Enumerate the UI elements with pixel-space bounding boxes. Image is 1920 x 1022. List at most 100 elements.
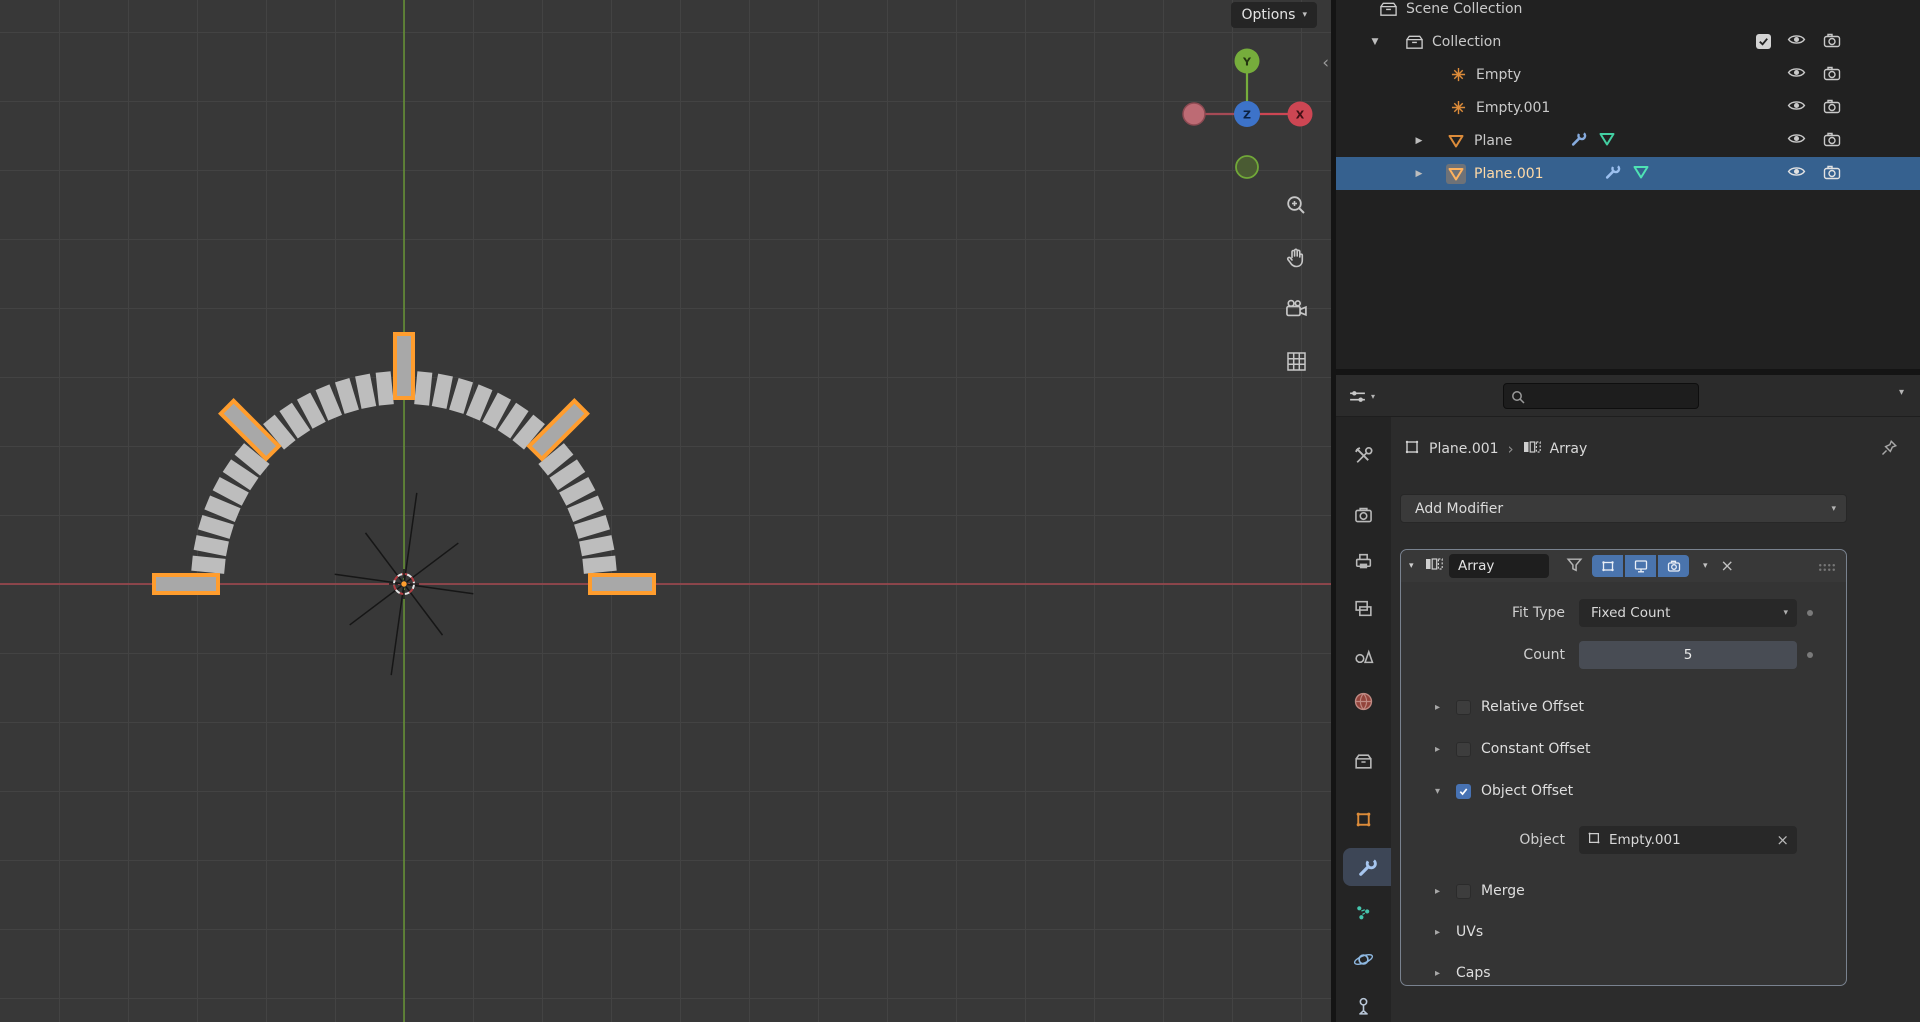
relative-offset-section[interactable]: ▸ Relative Offset (1401, 693, 1846, 721)
remove-modifier-icon[interactable]: × (1721, 558, 1734, 574)
hide-viewport-eye-icon[interactable] (1787, 32, 1806, 51)
outliner-row-empty-001[interactable]: Empty.001 (1336, 91, 1920, 124)
gizmo-axis-y-positive[interactable]: Y (1234, 48, 1260, 74)
constant-offset-section[interactable]: ▸ Constant Offset (1401, 735, 1846, 763)
properties-search[interactable] (1503, 383, 1699, 409)
tab-view-layer[interactable] (1336, 588, 1391, 628)
camera-view-icon[interactable] (1283, 296, 1309, 322)
section-chevron-icon[interactable]: ▸ (1435, 702, 1446, 713)
breadcrumb: Plane.001 › Array (1400, 435, 1920, 463)
on-cage-toggle-icon[interactable] (1566, 556, 1583, 577)
modifier-name-field[interactable]: Array (1449, 554, 1549, 578)
hide-viewport-eye-icon[interactable] (1787, 131, 1806, 150)
tab-output[interactable] (1336, 541, 1391, 581)
constant-offset-checkbox[interactable] (1456, 741, 1471, 757)
zoom-icon[interactable] (1283, 192, 1309, 218)
object-origin-dot (400, 580, 408, 588)
offset-object-field[interactable]: Empty.001 × (1579, 826, 1797, 854)
outliner-editor[interactable]: Scene Collection ▼ Collection Empty Empt… (1336, 0, 1920, 369)
modifier-panel-header[interactable]: ▾ Array ▾ × (1401, 550, 1846, 582)
array-modifier-icon (1523, 439, 1541, 459)
properties-editor-icon (1350, 390, 1365, 402)
breadcrumb-modifier[interactable]: Array (1550, 441, 1588, 457)
count-field[interactable]: 5 (1579, 641, 1797, 669)
array-modifier-panel: ▾ Array ▾ × Fit Type Fixed Count ▾ Count… (1400, 549, 1847, 986)
tab-object[interactable] (1336, 799, 1391, 839)
render-display-toggle-icon[interactable] (1658, 555, 1689, 577)
tab-particles[interactable] (1336, 892, 1391, 932)
modifier-extras-chevron-icon[interactable]: ▾ (1703, 561, 1708, 571)
animate-property-dot[interactable] (1807, 652, 1813, 658)
disclosure-triangle-icon[interactable]: ▶ (1412, 169, 1426, 179)
tab-world[interactable] (1336, 681, 1391, 721)
section-chevron-icon[interactable]: ▸ (1435, 886, 1446, 897)
exclude-checkbox[interactable] (1756, 34, 1771, 49)
outliner-row-scene-collection[interactable]: Scene Collection (1336, 0, 1920, 25)
object-offset-checkbox[interactable] (1456, 783, 1471, 799)
disable-render-camera-icon[interactable] (1823, 164, 1842, 184)
object-offset-section[interactable]: ▾ Object Offset (1401, 777, 1846, 805)
outliner-row-empty[interactable]: Empty (1336, 58, 1920, 91)
search-input[interactable] (1530, 384, 1695, 408)
gizmo-axis-x-negative[interactable] (1182, 102, 1206, 126)
header-options-chevron-icon[interactable]: ▾ (1899, 387, 1904, 398)
section-chevron-icon[interactable]: ▸ (1435, 744, 1446, 755)
disclosure-triangle-icon[interactable]: ▶ (1412, 136, 1426, 146)
tab-collection[interactable] (1336, 741, 1391, 781)
disclosure-triangle-icon[interactable]: ▼ (1368, 37, 1382, 47)
navigation-gizmo[interactable]: Y X Z (1172, 30, 1322, 180)
animate-property-dot[interactable] (1807, 610, 1813, 616)
3d-viewport[interactable]: Options ▾ Y X Z ‹ (0, 0, 1331, 1022)
chevron-down-icon: ▾ (1783, 608, 1788, 618)
fit-type-dropdown[interactable]: Fixed Count ▾ (1579, 599, 1797, 627)
merge-checkbox[interactable] (1456, 883, 1471, 899)
object-icon (1587, 831, 1601, 849)
right-panel-column: Scene Collection ▼ Collection Empty Empt… (1336, 0, 1920, 1022)
region-collapse-icon[interactable]: ‹ (1322, 55, 1329, 72)
panel-drag-handle[interactable] (1818, 557, 1836, 576)
caps-section[interactable]: ▸ Caps (1401, 959, 1846, 987)
tab-modifiers[interactable] (1343, 848, 1391, 886)
section-chevron-icon[interactable]: ▸ (1435, 927, 1446, 938)
options-button[interactable]: Options ▾ (1231, 2, 1317, 28)
tab-physics[interactable] (1336, 939, 1391, 979)
tab-scene[interactable] (1336, 634, 1391, 674)
section-chevron-icon[interactable]: ▸ (1435, 968, 1446, 979)
disable-render-camera-icon[interactable] (1823, 98, 1842, 118)
clear-object-icon[interactable]: × (1776, 832, 1789, 848)
breadcrumb-object[interactable]: Plane.001 (1429, 441, 1499, 457)
3d-cursor (389, 569, 419, 599)
uvs-section[interactable]: ▸ UVs (1401, 918, 1846, 946)
scene-collection-icon (1378, 0, 1398, 19)
viewport-nav-buttons (1283, 192, 1309, 374)
tab-tool[interactable] (1336, 435, 1391, 475)
outliner-row-plane-001[interactable]: ▶ Plane.001 (1336, 157, 1920, 190)
add-modifier-button[interactable]: Add Modifier ▾ (1400, 494, 1847, 523)
hide-viewport-eye-icon[interactable] (1787, 164, 1806, 183)
relative-offset-checkbox[interactable] (1456, 699, 1471, 715)
outliner-row-collection[interactable]: ▼ Collection (1336, 25, 1920, 58)
disable-render-camera-icon[interactable] (1823, 65, 1842, 85)
modifier-display-toggles (1592, 555, 1689, 577)
pan-hand-icon[interactable] (1283, 244, 1309, 270)
modifier-wrench-icon (1570, 130, 1587, 151)
merge-section[interactable]: ▸ Merge (1401, 877, 1846, 905)
pin-icon[interactable] (1880, 439, 1898, 461)
grid-ortho-icon[interactable] (1283, 348, 1309, 374)
mesh-object-icon (1446, 131, 1466, 151)
tab-constraints[interactable] (1336, 986, 1391, 1022)
outliner-row-plane[interactable]: ▶ Plane (1336, 124, 1920, 157)
edit-mode-toggle-icon[interactable] (1592, 555, 1623, 577)
section-chevron-icon[interactable]: ▾ (1435, 786, 1446, 797)
gizmo-axis-z[interactable]: Z (1234, 101, 1260, 127)
tab-render[interactable] (1336, 495, 1391, 535)
hide-viewport-eye-icon[interactable] (1787, 98, 1806, 117)
gizmo-axis-y-negative[interactable] (1235, 155, 1259, 179)
hide-viewport-eye-icon[interactable] (1787, 65, 1806, 84)
disable-render-camera-icon[interactable] (1823, 131, 1842, 151)
editor-type-button[interactable]: ▾ (1348, 383, 1375, 409)
panel-expand-icon[interactable]: ▾ (1409, 561, 1425, 571)
realtime-display-toggle-icon[interactable] (1625, 555, 1656, 577)
gizmo-axis-x-positive[interactable]: X (1287, 101, 1313, 127)
disable-render-camera-icon[interactable] (1823, 32, 1842, 52)
